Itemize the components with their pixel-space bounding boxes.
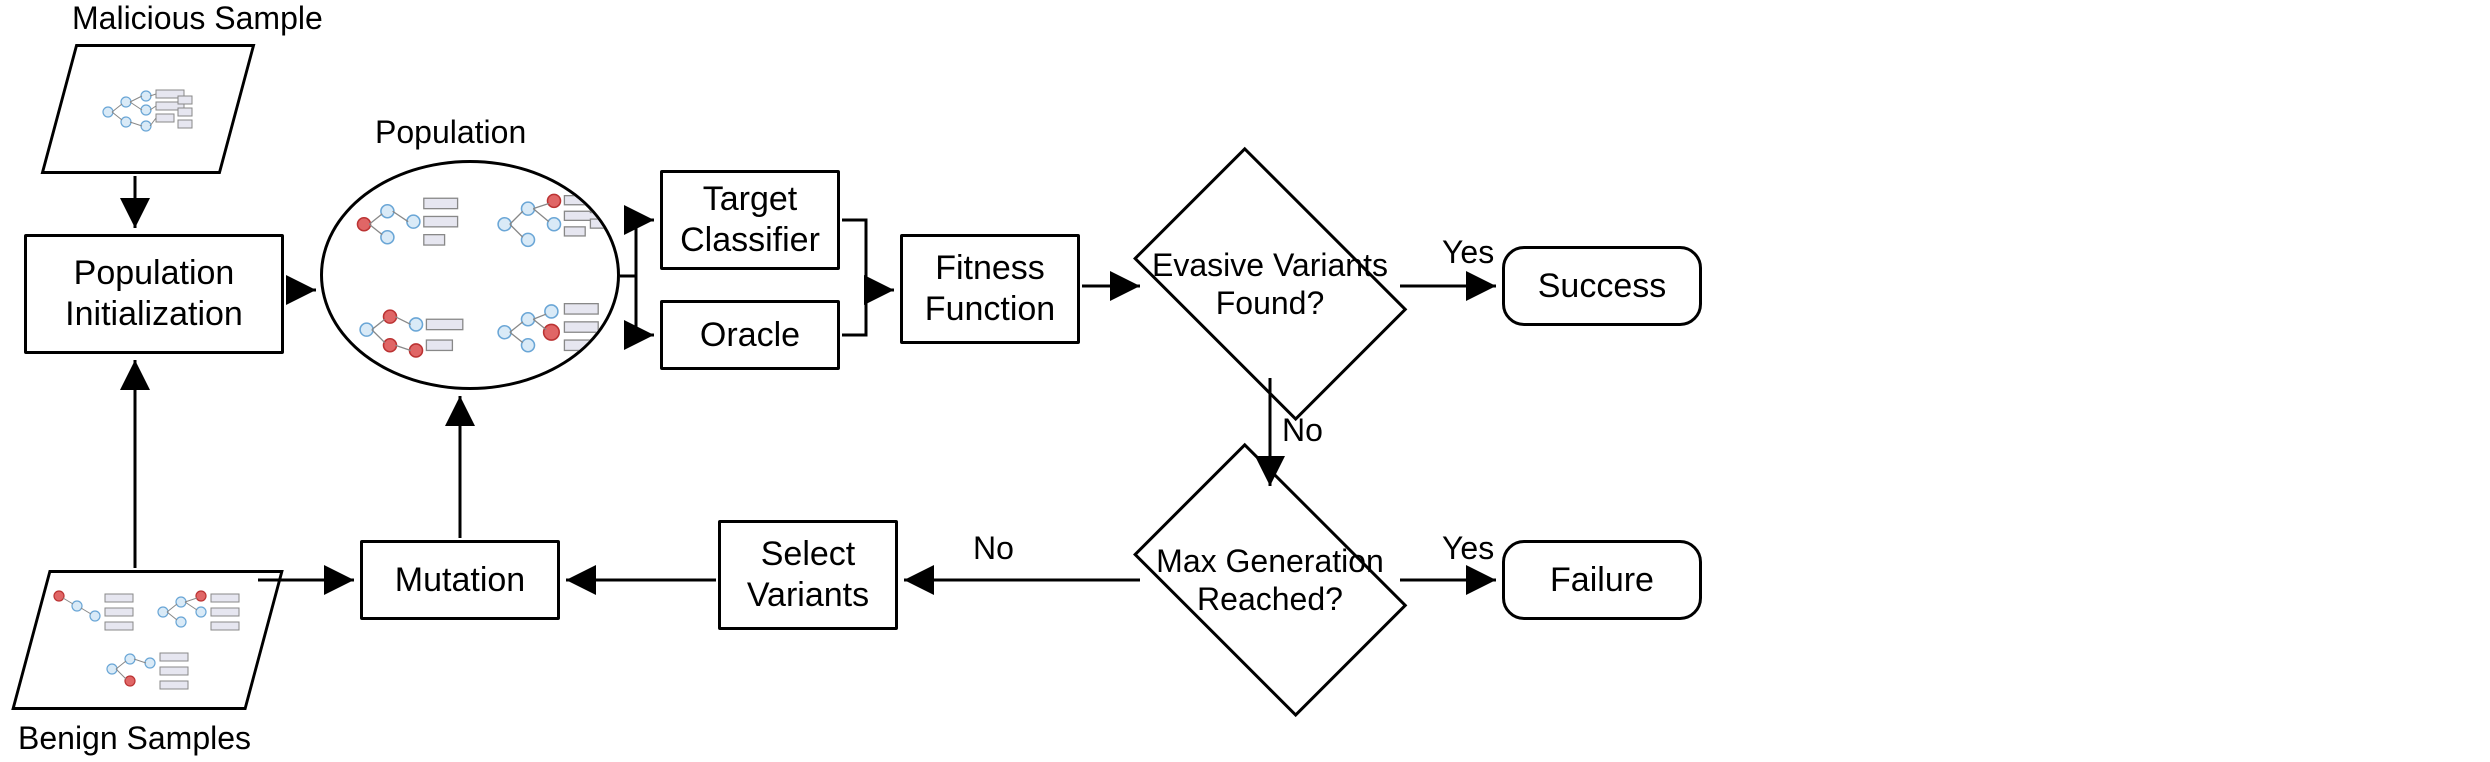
oracle-box: Oracle [660, 300, 840, 370]
population-ellipse [320, 160, 620, 390]
tree-icon [149, 584, 249, 639]
fitness-function-box: Fitness Function [900, 234, 1080, 344]
target-classifier-box: Target Classifier [660, 170, 840, 270]
edge-no-maxgen: No [973, 530, 1014, 567]
mutation-box: Mutation [360, 540, 560, 620]
malicious-sample-box [41, 44, 256, 174]
select-variants-box: Select Variants [718, 520, 898, 630]
evasive-diamond: Evasive Variants Found? [1110, 174, 1430, 394]
tree-icon [489, 181, 619, 261]
tree-icon [489, 289, 619, 369]
benign-samples-box [11, 570, 284, 710]
tree-icon [351, 181, 481, 261]
edge-yes-evasive: Yes [1442, 234, 1494, 271]
tree-icon [98, 82, 198, 137]
failure-box: Failure [1502, 540, 1702, 620]
population-label: Population [375, 114, 526, 151]
tree-icon [98, 641, 198, 696]
success-box: Success [1502, 246, 1702, 326]
maxgen-diamond: Max Generation Reached? [1110, 470, 1430, 690]
malicious-sample-label: Malicious Sample [72, 0, 323, 37]
population-initialization-box: Population Initialization [24, 234, 284, 354]
edge-no-evasive: No [1282, 412, 1323, 449]
tree-icon [47, 584, 147, 639]
tree-icon [351, 289, 481, 369]
benign-samples-label: Benign Samples [18, 720, 251, 757]
edge-yes-maxgen: Yes [1442, 530, 1494, 567]
